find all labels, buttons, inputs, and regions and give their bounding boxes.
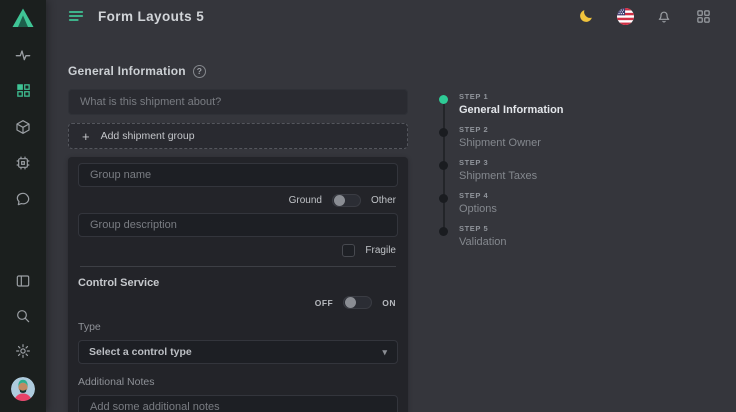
theme-moon-icon[interactable]: [577, 7, 595, 25]
step-title: General Information: [459, 104, 564, 116]
notifications-bell-icon[interactable]: [655, 7, 673, 25]
other-label: Other: [371, 195, 396, 206]
topbar: Form Layouts 5: [46, 0, 736, 32]
menu-toggle-button[interactable]: [68, 9, 84, 23]
step-title: Shipment Taxes: [459, 170, 537, 182]
sidebar-nav: [15, 46, 32, 207]
chevron-down-icon: ▾: [382, 347, 387, 358]
shipment-group-card: Ground Other Fragile Control Service OFF…: [68, 157, 408, 412]
toggle-knob: [334, 195, 345, 206]
off-on-toggle[interactable]: [343, 296, 372, 309]
ground-other-toggle[interactable]: [332, 194, 361, 207]
app-root: Form Layouts 5: [0, 0, 736, 412]
grid-icon[interactable]: [15, 82, 32, 99]
section-heading: General Information ?: [68, 64, 408, 78]
apps-grid-icon[interactable]: [694, 7, 712, 25]
off-on-toggle-row: OFF ON: [80, 296, 396, 309]
sidebar-bottom: [0, 272, 46, 401]
form-column: General Information ? + Add shipment gro…: [68, 64, 408, 412]
chat-icon[interactable]: [15, 190, 32, 207]
user-avatar[interactable]: [11, 377, 35, 401]
step-text: STEP 3 Shipment Taxes: [459, 158, 537, 191]
activity-icon[interactable]: [15, 46, 32, 63]
step-label: STEP 5: [459, 224, 507, 233]
step-title: Shipment Owner: [459, 137, 541, 149]
stepper-step-5: STEP 5 Validation: [439, 224, 564, 257]
sidebar: [0, 0, 46, 412]
control-type-value: Select a control type: [89, 346, 192, 358]
fragile-label: Fragile: [365, 245, 396, 256]
section-title: General Information: [68, 64, 186, 78]
app-logo[interactable]: [10, 5, 36, 31]
step-dot: [439, 194, 448, 203]
help-icon[interactable]: ?: [193, 65, 206, 78]
step-text: STEP 1 General Information: [459, 92, 564, 125]
step-label: STEP 3: [459, 158, 537, 167]
stepper-step-3: STEP 3 Shipment Taxes: [439, 158, 564, 191]
shipment-about-input[interactable]: [68, 89, 408, 115]
off-label: OFF: [315, 298, 334, 308]
type-label: Type: [78, 321, 398, 333]
search-icon[interactable]: [15, 307, 32, 324]
stepper-step-4: STEP 4 Options: [439, 191, 564, 224]
cube-icon[interactable]: [15, 118, 32, 135]
menu-icon: [68, 9, 84, 23]
on-label: ON: [382, 298, 396, 308]
step-label: STEP 4: [459, 191, 497, 200]
stepper-step-1: STEP 1 General Information: [439, 92, 564, 125]
topbar-actions: [577, 7, 712, 25]
step-dot: [439, 128, 448, 137]
step-title: Validation: [459, 236, 507, 248]
step-text: STEP 4 Options: [459, 191, 497, 224]
fragile-row: Fragile: [80, 244, 396, 257]
toggle-knob: [345, 297, 356, 308]
fragile-checkbox[interactable]: [342, 244, 355, 257]
step-text: STEP 2 Shipment Owner: [459, 125, 541, 158]
group-name-input[interactable]: [78, 163, 398, 187]
control-service-title: Control Service: [78, 277, 398, 289]
card-divider: [80, 266, 396, 267]
step-dot-active: [439, 95, 448, 104]
page-title: Form Layouts 5: [98, 9, 204, 24]
ground-other-toggle-row: Ground Other: [80, 194, 396, 207]
step-dot: [439, 227, 448, 236]
plus-icon: +: [82, 130, 90, 143]
layout-panel-icon[interactable]: [15, 272, 32, 289]
triangle-logo-icon: [11, 6, 35, 30]
add-shipment-group-button[interactable]: + Add shipment group: [68, 123, 408, 149]
language-us-flag-icon[interactable]: [616, 7, 634, 25]
step-dot: [439, 161, 448, 170]
control-type-select[interactable]: Select a control type ▾: [78, 340, 398, 364]
avatar-image-icon: [11, 377, 35, 401]
step-label: STEP 1: [459, 92, 564, 101]
chip-icon[interactable]: [15, 154, 32, 171]
additional-notes-label: Additional Notes: [78, 376, 398, 388]
add-shipment-group-label: Add shipment group: [101, 130, 195, 142]
step-label: STEP 2: [459, 125, 541, 134]
stepper-step-2: STEP 2 Shipment Owner: [439, 125, 564, 158]
additional-notes-input[interactable]: [78, 395, 398, 412]
wizard-stepper: STEP 1 General Information STEP 2 Shipme…: [439, 92, 564, 257]
step-title: Options: [459, 203, 497, 215]
ground-label: Ground: [289, 195, 322, 206]
step-text: STEP 5 Validation: [459, 224, 507, 257]
group-description-input[interactable]: [78, 213, 398, 237]
gear-icon[interactable]: [15, 342, 32, 359]
